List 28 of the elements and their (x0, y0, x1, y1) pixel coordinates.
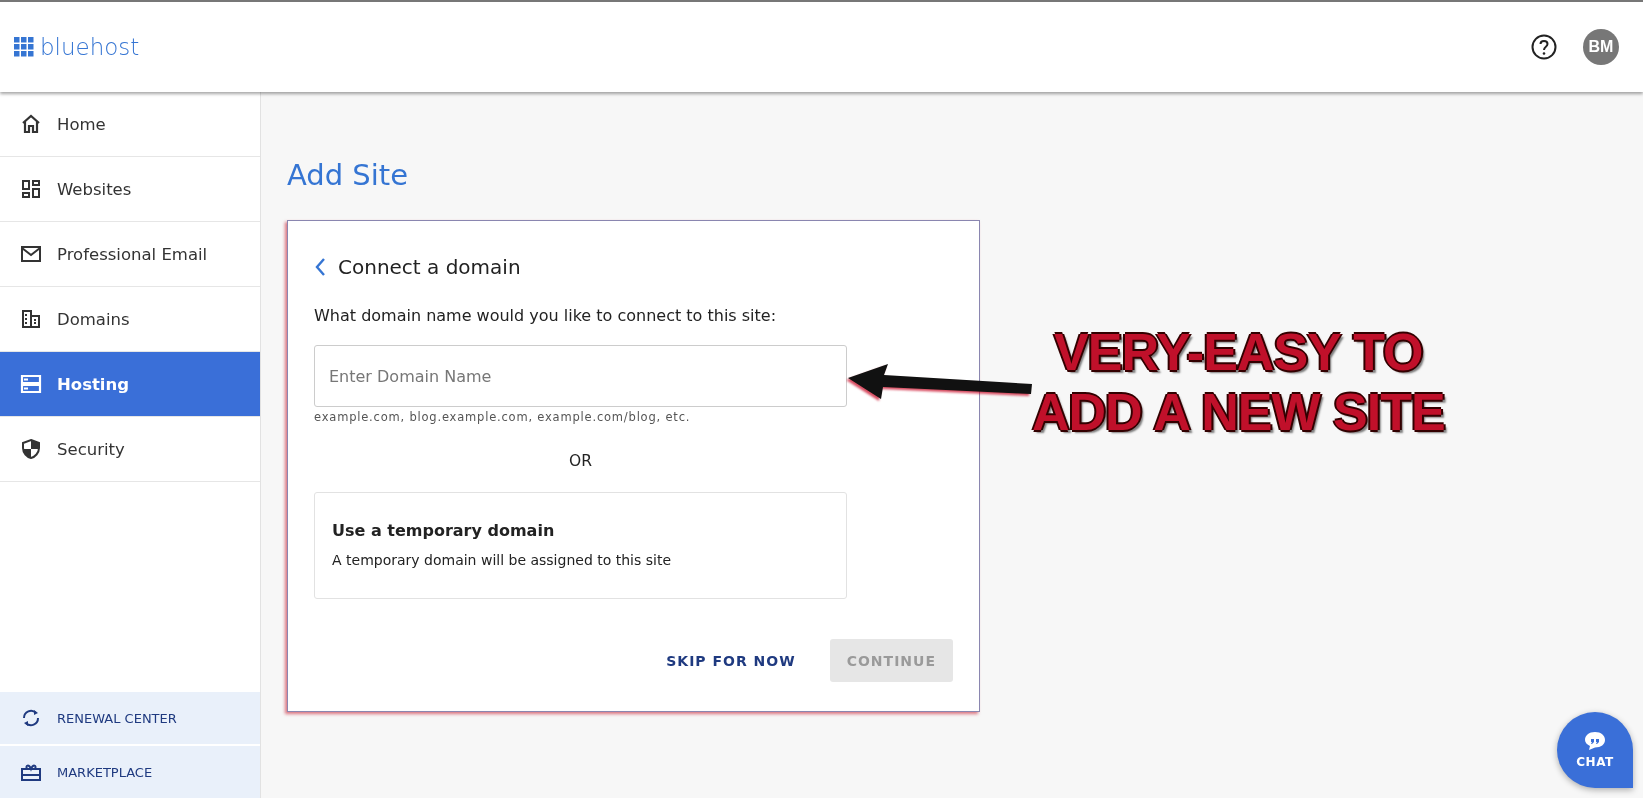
skip-button[interactable]: SKIP FOR NOW (649, 639, 813, 682)
logo-grid-icon (14, 37, 34, 57)
page-title: Add Site (287, 158, 409, 192)
shield-icon (19, 437, 43, 461)
temporary-domain-option[interactable]: Use a temporary domain A temporary domain will be assigned to this site (314, 492, 847, 599)
chat-button[interactable]: CHAT (1557, 712, 1633, 788)
card-title: Connect a domain (338, 255, 521, 279)
logo-text[interactable]: bluehost (40, 34, 140, 60)
speech-bubble-icon (1584, 731, 1606, 751)
server-icon (19, 372, 43, 396)
hint-text: example.com, blog.example.com, example.com/blog, etc. (314, 410, 691, 424)
sidebar-item[interactable]: Websites (0, 157, 260, 222)
annotation-text: ADD A NEW SITE (1032, 382, 1445, 442)
sidebar-item[interactable]: Hosting (0, 352, 260, 417)
back-chevron-icon[interactable] (314, 257, 326, 277)
annotation-text: VERY-EASY TO (1054, 322, 1423, 382)
grid-icon (19, 177, 43, 201)
sidebar-item[interactable]: Professional Email (0, 222, 260, 287)
help-icon[interactable] (1531, 34, 1557, 60)
or-separator: OR (569, 452, 592, 470)
user-avatar[interactable]: BM (1583, 29, 1619, 65)
domain-input-field[interactable]: Enter Domain Name (314, 345, 847, 407)
sidebar-item[interactable]: Security (0, 417, 260, 482)
sidebar-footer-link[interactable]: RENEWAL CENTER (0, 690, 260, 744)
sidebar-footer-link[interactable]: MARKETPLACE (0, 744, 260, 798)
building-icon (19, 307, 43, 331)
sidebar-item[interactable]: Home (0, 92, 260, 157)
question-text: What domain name would you like to connect to this site: (314, 306, 777, 325)
